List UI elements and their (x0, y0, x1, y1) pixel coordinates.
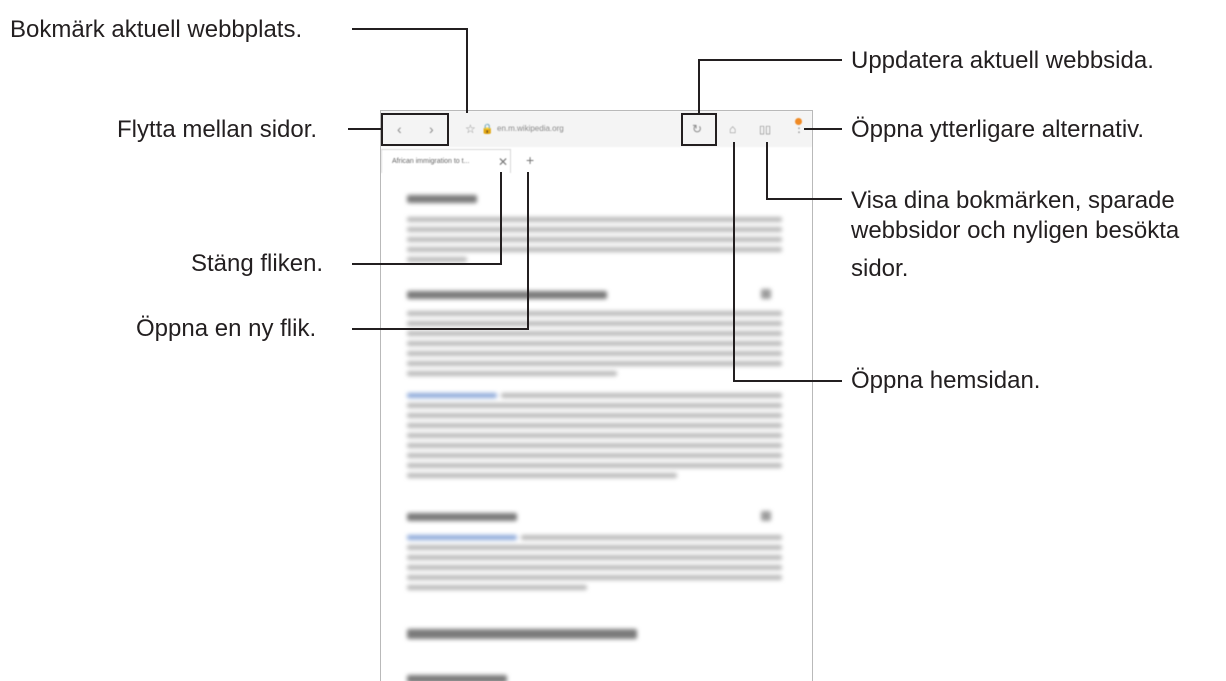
page-content (381, 175, 812, 681)
callout-navigate: Flytta mellan sidor. (117, 116, 318, 143)
content-heading (407, 291, 607, 299)
callout-home: Öppna hemsidan. (851, 367, 1041, 394)
content-line (407, 257, 467, 262)
content-line (407, 463, 782, 468)
content-line (407, 575, 782, 580)
content-heading (407, 675, 507, 681)
highlight-refresh-button (681, 113, 717, 146)
content-line (407, 341, 782, 346)
leader-line (766, 198, 842, 200)
content-line (407, 237, 782, 242)
leader-line (733, 380, 842, 382)
content-line (407, 371, 617, 376)
content-line (407, 321, 782, 326)
content-line (407, 413, 782, 418)
leader-line (527, 172, 529, 330)
content-link[interactable] (407, 535, 517, 540)
leader-line (733, 142, 735, 382)
browser-screenshot: ‹ › ☆ 🔒 en.m.wikipedia.org ↻ ⌂ ▯▯ ⋮ Afri… (380, 110, 813, 681)
callout-more-options: Öppna ytterligare alternativ. (851, 116, 1145, 143)
content-line (407, 555, 782, 560)
content-line (407, 453, 782, 458)
leader-line (466, 28, 468, 113)
lock-icon: 🔒 (481, 124, 494, 135)
tab-title: African immigration to t... (392, 158, 470, 165)
leader-line (352, 28, 468, 30)
plus-icon[interactable]: + (526, 152, 534, 168)
book-icon[interactable]: ▯▯ (759, 123, 771, 137)
callout-bookmarks-line1: Visa dina bokmärken, sparade (851, 187, 1175, 214)
content-line (407, 311, 782, 316)
leader-line (352, 263, 502, 265)
leader-line (352, 328, 529, 330)
content-line (407, 473, 677, 478)
home-icon[interactable]: ⌂ (729, 122, 736, 136)
content-line (407, 443, 782, 448)
callout-bookmarks-line2: webbsidor och nyligen besökta (851, 217, 1180, 244)
callout-bookmark: Bokmärk aktuell webbplats. (10, 16, 303, 43)
content-line (407, 433, 782, 438)
content-collapsed-section[interactable] (407, 629, 637, 639)
close-icon[interactable]: ✕ (498, 155, 508, 169)
tab-current[interactable]: African immigration to t... ✕ (381, 149, 511, 173)
content-line (521, 535, 782, 540)
edit-icon[interactable] (761, 511, 771, 521)
url-field[interactable]: en.m.wikipedia.org (497, 124, 564, 133)
content-line (407, 423, 782, 428)
notification-badge (795, 118, 802, 125)
content-line (407, 361, 782, 366)
leader-line (698, 59, 700, 113)
leader-line (698, 59, 842, 61)
callout-close-tab: Stäng fliken. (191, 250, 324, 277)
callout-new-tab: Öppna en ny flik. (136, 315, 317, 342)
leader-line (348, 128, 381, 130)
content-line (407, 351, 782, 356)
content-line (407, 227, 782, 232)
leader-line (500, 172, 502, 265)
callout-bookmarks-line3: sidor. (851, 255, 909, 282)
content-line (407, 565, 782, 570)
content-line (407, 247, 782, 252)
highlight-nav-buttons (381, 113, 449, 146)
callout-refresh: Uppdatera aktuell webbsida. (851, 47, 1154, 74)
edit-icon[interactable] (761, 289, 771, 299)
content-heading (407, 195, 477, 203)
content-line (407, 585, 587, 590)
content-heading (407, 513, 517, 521)
content-link[interactable] (407, 393, 497, 398)
content-line (407, 331, 782, 336)
content-line (407, 545, 782, 550)
leader-line (804, 128, 842, 130)
content-line (501, 393, 782, 398)
star-icon[interactable]: ☆ (465, 122, 476, 136)
leader-line (766, 142, 768, 200)
content-line (407, 217, 782, 222)
tab-bar: African immigration to t... ✕ + (381, 149, 812, 173)
content-line (407, 403, 782, 408)
